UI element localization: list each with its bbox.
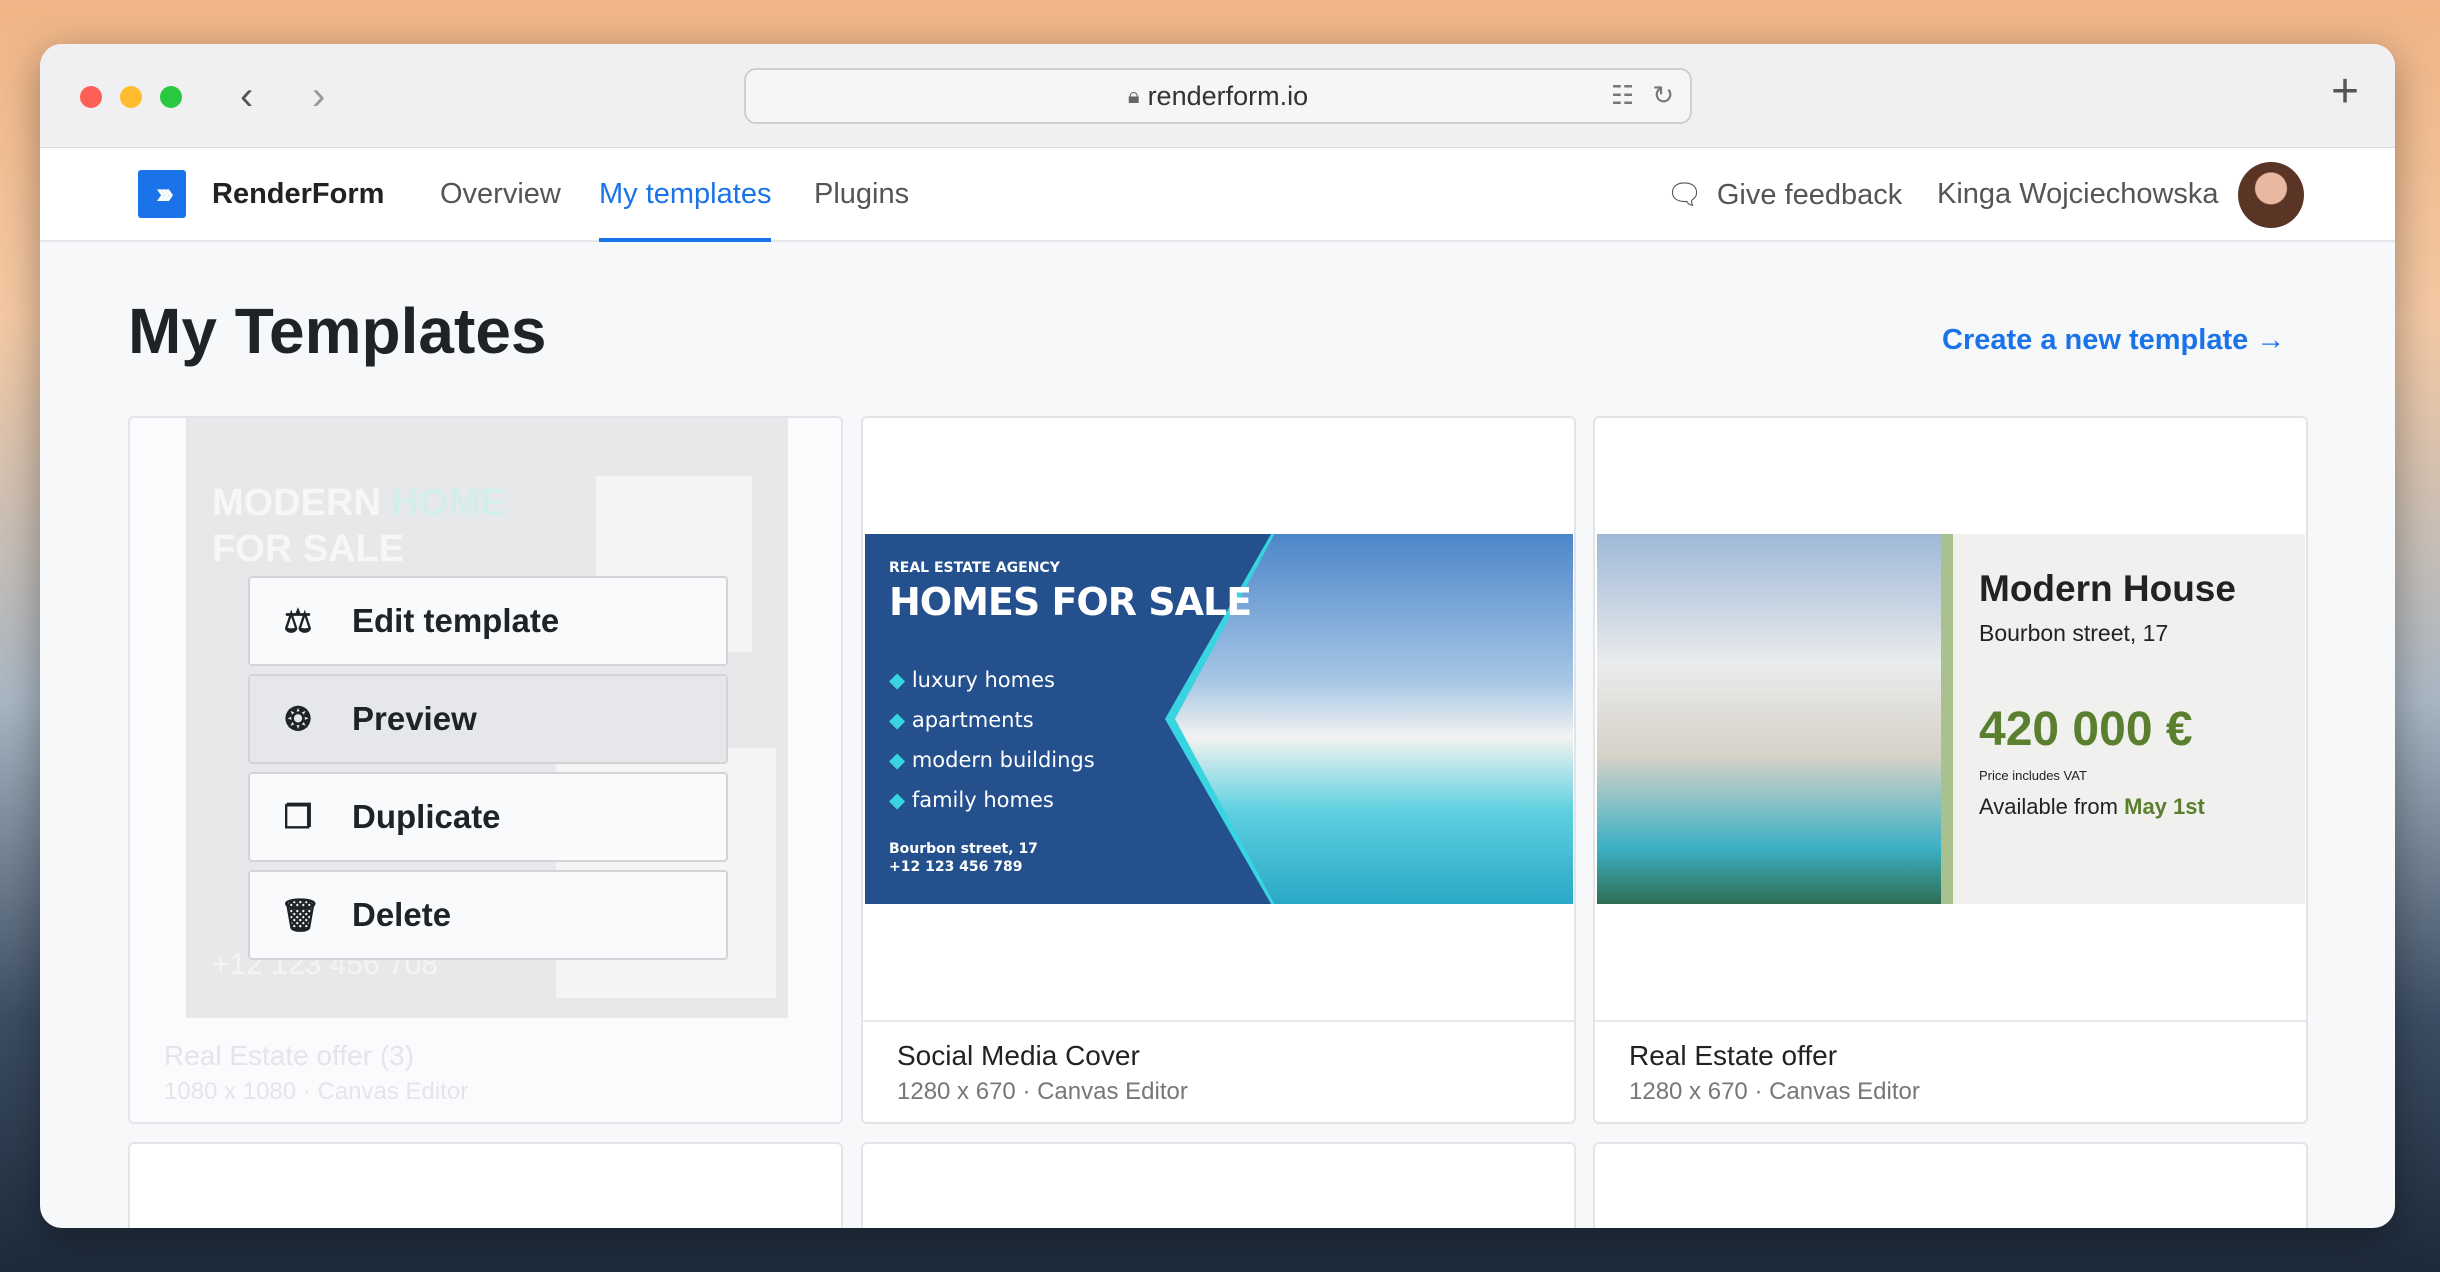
tab-plugins[interactable]: Plugins bbox=[814, 178, 909, 211]
preview-address: Bourbon street, 17 bbox=[1979, 620, 2169, 646]
new-tab-button[interactable]: + bbox=[2331, 64, 2359, 119]
trash-icon: 🗑︎ bbox=[280, 897, 321, 933]
menu-label: Preview bbox=[352, 700, 477, 737]
close-window-button[interactable] bbox=[80, 86, 102, 108]
template-preview: REAL ESTATE AGENCY HOMES FOR SALE ◆ luxu… bbox=[865, 534, 1573, 904]
menu-delete[interactable]: 🗑︎ Delete bbox=[248, 870, 728, 960]
preview-address: Bourbon street, 17 bbox=[889, 841, 1038, 857]
menu-label: Edit template bbox=[352, 602, 560, 639]
minimize-window-button[interactable] bbox=[120, 86, 142, 108]
renderform-logo-icon[interactable]: ››› bbox=[138, 170, 186, 218]
template-preview: Modern House Bourbon street, 17 420 000 … bbox=[1597, 534, 2305, 904]
menu-duplicate[interactable]: ❐ Duplicate bbox=[248, 772, 728, 862]
tab-my-templates[interactable]: My templates bbox=[599, 178, 772, 242]
reload-icon[interactable]: ↻ bbox=[1652, 80, 1674, 111]
template-thumbnail: Modern House Bourbon street, 17 420 000 … bbox=[1595, 418, 2306, 1022]
template-name: Real Estate offer bbox=[1629, 1040, 1838, 1071]
template-name: Social Media Cover bbox=[897, 1040, 1140, 1071]
address-bar[interactable]: 🔒︎ renderform.io ☷ ↻ bbox=[744, 68, 1692, 124]
template-card[interactable] bbox=[128, 1142, 843, 1228]
app-nav: ››› RenderForm Overview My templates Plu… bbox=[40, 148, 2395, 242]
lock-icon: 🔒︎ bbox=[1127, 83, 1140, 108]
aperture-icon: ❂ bbox=[284, 701, 312, 737]
menu-label: Delete bbox=[352, 896, 452, 933]
preview-agency: REAL ESTATE AGENCY bbox=[889, 560, 1060, 576]
avatar[interactable] bbox=[2238, 162, 2304, 228]
maximize-window-button[interactable] bbox=[160, 86, 182, 108]
template-card[interactable] bbox=[861, 1142, 1576, 1228]
menu-edit-template[interactable]: ⚖ Edit template bbox=[248, 576, 728, 666]
menu-label: Duplicate bbox=[352, 798, 501, 835]
template-card[interactable]: MODERN HOME FOR SALE +12 123 456 708 Real… bbox=[128, 416, 843, 1124]
template-meta: 1080 x 1080 · Canvas Editor bbox=[164, 1078, 469, 1105]
menu-preview[interactable]: ❂ Preview bbox=[248, 674, 728, 764]
template-meta: 1280 x 670 · Canvas Editor bbox=[897, 1078, 1188, 1105]
template-thumbnail: REAL ESTATE AGENCY HOMES FOR SALE ◆ luxu… bbox=[863, 418, 1574, 1022]
forward-icon[interactable]: › bbox=[312, 74, 325, 119]
tab-overview[interactable]: Overview bbox=[440, 178, 561, 211]
preview-vat: Price includes VAT bbox=[1979, 768, 2087, 783]
brand-name[interactable]: RenderForm bbox=[212, 178, 384, 211]
back-icon[interactable]: ‹ bbox=[240, 74, 253, 119]
preview-price: 420 000 € bbox=[1979, 703, 2193, 756]
compass-icon: ⚖ bbox=[283, 603, 313, 639]
template-meta: 1280 x 670 · Canvas Editor bbox=[1629, 1078, 1920, 1105]
preview-phone: +12 123 456 789 bbox=[889, 859, 1023, 875]
duplicate-icon: ❐ bbox=[283, 799, 313, 835]
preview-line1b: HOME bbox=[391, 482, 506, 524]
give-feedback-link[interactable]: 🗨︎ Give feedback bbox=[1666, 178, 1902, 212]
template-card[interactable] bbox=[1593, 1142, 2308, 1228]
user-name[interactable]: Kinga Wojciechowska bbox=[1937, 178, 2219, 211]
preview-headline: HOMES FOR SALE bbox=[889, 580, 1252, 624]
house-photo bbox=[1597, 534, 1941, 904]
create-template-link[interactable]: Create a new template → bbox=[1942, 324, 2285, 357]
preview-bullets: ◆ luxury homes ◆ apartments ◆ modern bui… bbox=[889, 668, 1095, 812]
page-title: My Templates bbox=[128, 295, 547, 367]
template-card[interactable]: REAL ESTATE AGENCY HOMES FOR SALE ◆ luxu… bbox=[861, 416, 1576, 1124]
translate-icon[interactable]: ☷ bbox=[1611, 80, 1634, 111]
preview-line2: FOR SALE bbox=[212, 528, 405, 570]
template-name: Real Estate offer (3) bbox=[164, 1040, 415, 1071]
template-card[interactable]: Modern House Bourbon street, 17 420 000 … bbox=[1593, 416, 2308, 1124]
preview-line1: MODERN bbox=[212, 482, 381, 524]
url-text: renderform.io bbox=[1147, 80, 1309, 111]
browser-titlebar: ‹ › 🔒︎ renderform.io ☷ ↻ + bbox=[40, 44, 2395, 148]
preview-available: Available from bbox=[1979, 794, 2118, 819]
chat-icon: 🗨︎ bbox=[1666, 179, 1703, 211]
preview-date: May 1st bbox=[2124, 794, 2205, 819]
preview-title: Modern House bbox=[1979, 568, 2236, 609]
browser-window: ‹ › 🔒︎ renderform.io ☷ ↻ + ››› RenderForm… bbox=[40, 44, 2395, 1228]
